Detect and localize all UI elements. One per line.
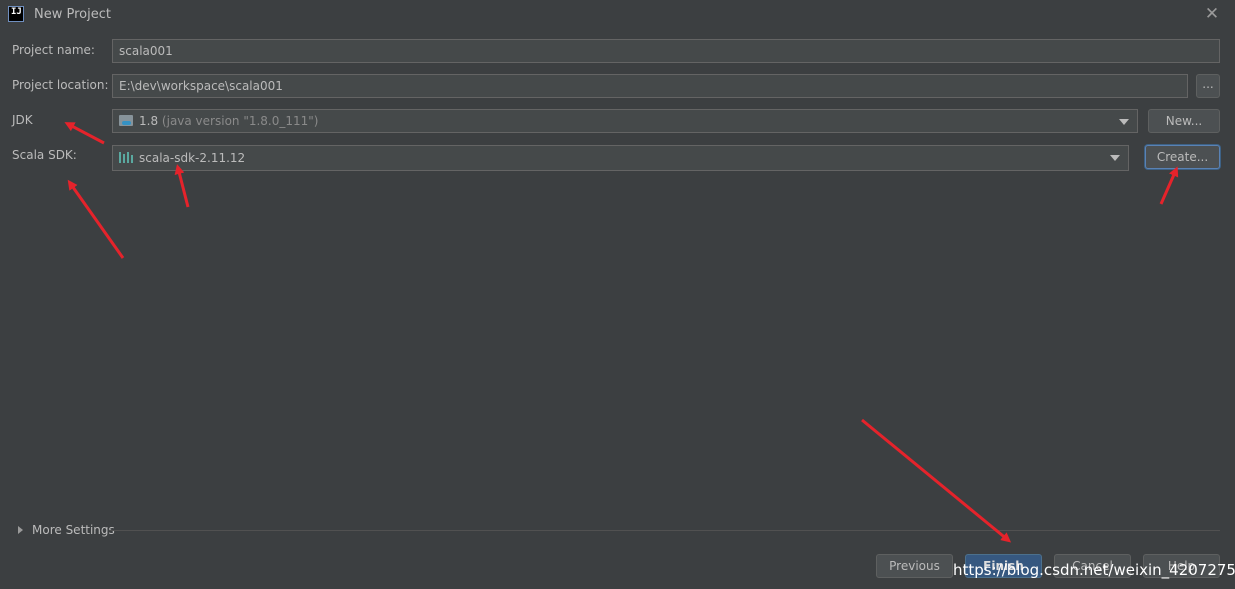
annotation-arrow-scala-label (67, 179, 125, 259)
annotation-arrows (64, 122, 1179, 543)
watermark-url: https://blog.csdn.net/weixin_42072754 (953, 561, 1235, 579)
annotation-arrow-finish (861, 418, 1012, 543)
annotation-arrow-create (1159, 166, 1179, 205)
annotation-arrow-jdk (64, 122, 105, 145)
annotation-arrow-scala-sdk (174, 164, 190, 208)
